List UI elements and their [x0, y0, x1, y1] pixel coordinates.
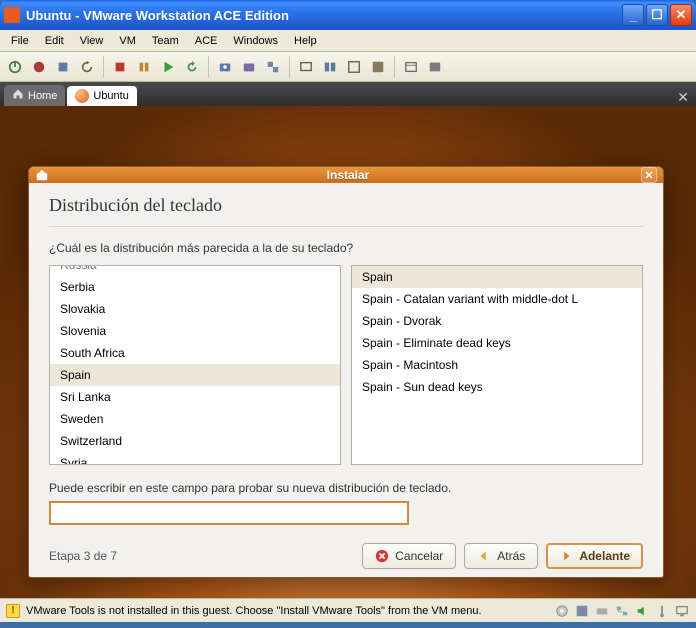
- unity-icon[interactable]: [367, 56, 389, 78]
- maximize-button[interactable]: ☐: [646, 4, 668, 26]
- toolbar: [0, 52, 696, 82]
- play-icon[interactable]: [157, 56, 179, 78]
- window-titlebar: Ubuntu - VMware Workstation ACE Edition …: [0, 0, 696, 30]
- back-button[interactable]: Atrás: [464, 543, 538, 569]
- quick-switch-icon[interactable]: [319, 56, 341, 78]
- list-item[interactable]: Spain - Dvorak: [352, 310, 642, 332]
- warning-icon: !: [6, 604, 20, 618]
- power-on-icon[interactable]: [4, 56, 26, 78]
- power-off-icon[interactable]: [28, 56, 50, 78]
- list-item[interactable]: Spain - Catalan variant with middle-dot …: [352, 288, 642, 310]
- menu-windows[interactable]: Windows: [226, 33, 285, 49]
- close-button[interactable]: ✕: [670, 4, 692, 26]
- list-item[interactable]: Serbia: [50, 276, 340, 298]
- dialog-heading: Distribución del teclado: [49, 195, 643, 216]
- tab-home-label: Home: [28, 90, 57, 102]
- cancel-label: Cancelar: [395, 549, 443, 563]
- minimize-button[interactable]: _: [622, 4, 644, 26]
- list-item[interactable]: South Africa: [50, 342, 340, 364]
- installer-dialog: Instalar ✕ Distribución del teclado ¿Cuá…: [28, 166, 664, 578]
- arrow-right-icon: [559, 549, 573, 563]
- test-hint: Puede escribir en este campo para probar…: [49, 481, 643, 495]
- dialog-title: Instalar: [55, 168, 641, 182]
- hdd-icon[interactable]: [594, 604, 610, 618]
- restart-icon[interactable]: [181, 56, 203, 78]
- country-listbox[interactable]: RussiaSerbiaSlovakiaSloveniaSouth Africa…: [49, 265, 341, 465]
- tab-strip: Home Ubuntu ✕: [0, 82, 696, 106]
- manage-snapshot-icon[interactable]: [262, 56, 284, 78]
- menu-edit[interactable]: Edit: [38, 33, 71, 49]
- usb-icon[interactable]: [654, 604, 670, 618]
- sound-icon[interactable]: [634, 604, 650, 618]
- status-bar: ! VMware Tools is not installed in this …: [0, 598, 696, 622]
- menu-team[interactable]: Team: [145, 33, 186, 49]
- list-item[interactable]: Syria: [50, 452, 340, 465]
- cancel-button[interactable]: Cancelar: [362, 543, 456, 569]
- status-message: VMware Tools is not installed in this gu…: [26, 605, 548, 617]
- stop-icon[interactable]: [109, 56, 131, 78]
- list-item[interactable]: Sri Lanka: [50, 386, 340, 408]
- window-title: Ubuntu - VMware Workstation ACE Edition: [26, 8, 622, 23]
- list-item[interactable]: Spain: [50, 364, 340, 386]
- list-item[interactable]: Spain - Eliminate dead keys: [352, 332, 642, 354]
- tab-home[interactable]: Home: [4, 85, 65, 106]
- menu-view[interactable]: View: [73, 33, 111, 49]
- menu-ace[interactable]: ACE: [188, 33, 225, 49]
- revert-icon[interactable]: [238, 56, 260, 78]
- variant-listbox[interactable]: SpainSpain - Catalan variant with middle…: [351, 265, 643, 465]
- fullscreen-icon[interactable]: [343, 56, 365, 78]
- reset-icon[interactable]: [76, 56, 98, 78]
- tab-close-button[interactable]: ✕: [674, 88, 692, 106]
- floppy-icon[interactable]: [574, 604, 590, 618]
- list-item[interactable]: Slovenia: [50, 320, 340, 342]
- list-item[interactable]: Russia: [50, 265, 340, 276]
- back-label: Atrás: [497, 549, 525, 563]
- show-console-icon[interactable]: [295, 56, 317, 78]
- next-label: Adelante: [579, 549, 630, 563]
- dialog-titlebar: Instalar ✕: [29, 167, 663, 183]
- list-item[interactable]: Switzerland: [50, 430, 340, 452]
- list-item[interactable]: Spain - Macintosh: [352, 354, 642, 376]
- network-icon[interactable]: [614, 604, 630, 618]
- list-item[interactable]: Spain - Sun dead keys: [352, 376, 642, 398]
- app-icon: [4, 7, 20, 23]
- list-item[interactable]: Sweden: [50, 408, 340, 430]
- dialog-close-button[interactable]: ✕: [641, 167, 657, 183]
- arrow-left-icon: [477, 549, 491, 563]
- list-item[interactable]: Spain: [352, 266, 642, 288]
- suspend-icon[interactable]: [52, 56, 74, 78]
- keyboard-test-input[interactable]: [49, 501, 409, 525]
- next-button[interactable]: Adelante: [546, 543, 643, 569]
- menubar: File Edit View VM Team ACE Windows Help: [0, 30, 696, 52]
- snapshot-icon[interactable]: [214, 56, 236, 78]
- step-label: Etapa 3 de 7: [49, 549, 354, 563]
- menu-vm[interactable]: VM: [112, 33, 143, 49]
- installer-icon: [35, 168, 49, 182]
- separator: [49, 226, 643, 227]
- monitor-icon[interactable]: [674, 604, 690, 618]
- home-icon: [12, 88, 24, 103]
- dvd-icon[interactable]: [554, 604, 570, 618]
- menu-file[interactable]: File: [4, 33, 36, 49]
- tab-ubuntu[interactable]: Ubuntu: [67, 86, 136, 106]
- vm-viewport: Instalar ✕ Distribución del teclado ¿Cuá…: [0, 106, 696, 598]
- cancel-icon: [375, 549, 389, 563]
- tab-ubuntu-label: Ubuntu: [93, 90, 128, 102]
- list-item[interactable]: Slovakia: [50, 298, 340, 320]
- menu-help[interactable]: Help: [287, 33, 324, 49]
- ubuntu-icon: [75, 89, 89, 103]
- pause-icon[interactable]: [133, 56, 155, 78]
- dialog-question: ¿Cuál es la distribución más parecida a …: [49, 241, 643, 255]
- summary-icon[interactable]: [400, 56, 422, 78]
- appliance-icon[interactable]: [424, 56, 446, 78]
